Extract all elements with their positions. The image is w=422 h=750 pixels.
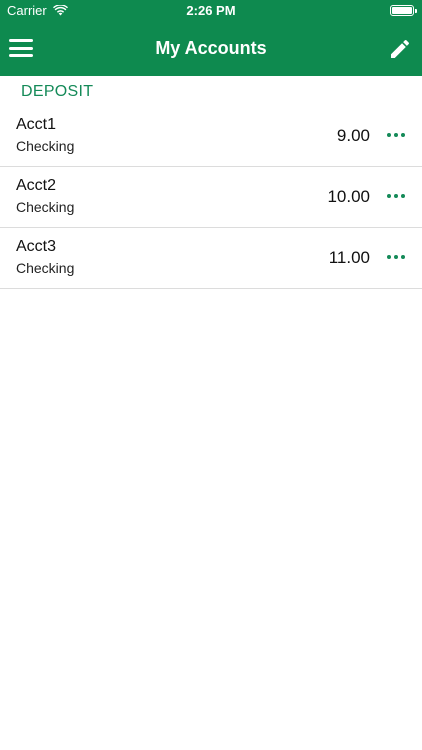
more-options-icon[interactable] xyxy=(387,130,405,140)
account-amount: 9.00 xyxy=(336,126,370,145)
account-name: Acct2 xyxy=(16,177,57,194)
status-bar: Carrier 2:26 PM xyxy=(0,0,422,22)
account-type: Checking xyxy=(16,199,75,215)
pencil-icon[interactable] xyxy=(388,37,412,61)
account-row[interactable]: Acct2 Checking 10.00 xyxy=(0,167,422,228)
battery-icon xyxy=(390,5,417,16)
account-name: Acct3 xyxy=(16,238,57,255)
battery-fill xyxy=(392,7,412,14)
status-time: 2:26 PM xyxy=(186,3,236,18)
navigation-bar: My Accounts xyxy=(0,22,422,76)
account-row[interactable]: Acct1 Checking 9.00 xyxy=(0,106,422,167)
more-options-icon[interactable] xyxy=(387,191,405,201)
top-bar: Carrier 2:26 PM My Accounts xyxy=(0,0,422,76)
account-amount: 11.00 xyxy=(328,248,370,267)
more-options-icon[interactable] xyxy=(387,252,405,262)
section-header-deposit: DEPOSIT xyxy=(21,83,94,100)
battery-nub xyxy=(415,9,417,13)
account-row[interactable]: Acct3 Checking 11.00 xyxy=(0,228,422,289)
account-amount: 10.00 xyxy=(327,187,370,206)
page-title: My Accounts xyxy=(155,38,267,58)
account-list: Acct1 Checking 9.00 Acct2 Checking 10.00… xyxy=(0,106,422,289)
account-type: Checking xyxy=(16,138,75,154)
account-type: Checking xyxy=(16,260,75,276)
account-name: Acct1 xyxy=(16,116,57,133)
app-screen: Carrier 2:26 PM My Accounts DEPOSIT Acct… xyxy=(0,0,422,750)
